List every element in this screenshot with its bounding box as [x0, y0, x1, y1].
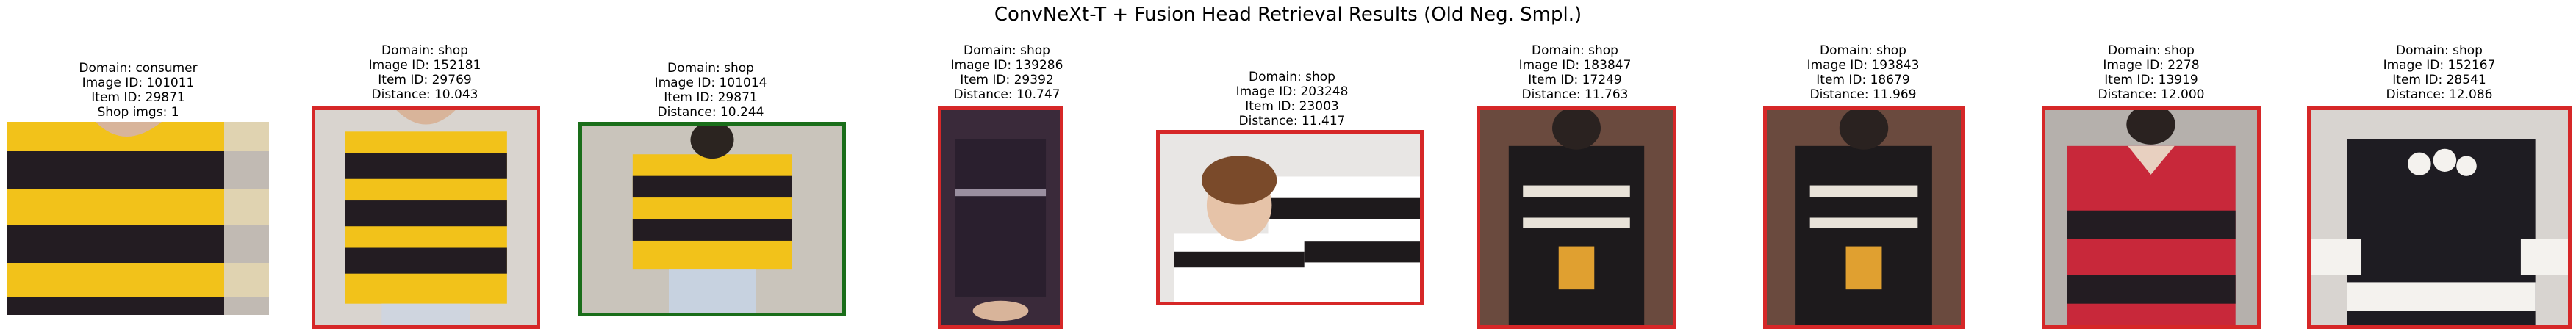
result-2-caption: Domain: shop Image ID: 101014 Item ID: 2…	[655, 61, 767, 120]
result-3-distance-label: Distance: 10.747	[953, 87, 1061, 102]
result-5-image	[1477, 106, 1676, 329]
result-3-photo	[941, 110, 1060, 325]
result-5-photo	[1480, 110, 1673, 325]
result-8-distance-label: Distance: 12.086	[2386, 87, 2493, 102]
result-5-item-id-label: Item ID: 17249	[1528, 73, 1622, 87]
result-2-image-id-label: Image ID: 101014	[654, 76, 767, 90]
result-6-image	[1763, 106, 1965, 329]
result-4-photo	[1160, 134, 1420, 302]
figure-title: ConvNeXt-T + Fusion Head Retrieval Resul…	[994, 4, 1582, 26]
result-4-caption: Domain: shop Image ID: 203248 Item ID: 2…	[1236, 70, 1349, 128]
result-7-item-id-label: Item ID: 13919	[2104, 73, 2198, 87]
result-8-item-id-label: Item ID: 28541	[2392, 73, 2486, 87]
result-2-image	[578, 122, 846, 316]
result-1-image-id-label: Image ID: 152181	[368, 58, 481, 73]
result-6-distance-label: Distance: 11.969	[1809, 87, 1917, 102]
query-caption: Domain: consumer Image ID: 101011 Item I…	[79, 61, 197, 120]
result-7-domain-label: Domain: shop	[2108, 43, 2195, 58]
result-5-caption: Domain: shop Image ID: 183847 Item ID: 1…	[1519, 43, 1632, 102]
result-7-photo	[2045, 110, 2257, 325]
query-item-id-label: Item ID: 29871	[91, 90, 185, 105]
result-8-domain-label: Domain: shop	[2396, 43, 2483, 58]
result-1-domain-label: Domain: shop	[381, 43, 468, 58]
result-6-item-id-label: Item ID: 18679	[1816, 73, 1910, 87]
result-6-domain-label: Domain: shop	[1820, 43, 1906, 58]
result-7-image-id-label: Image ID: 2278	[2103, 58, 2200, 73]
result-3-image-id-label: Image ID: 139286	[950, 58, 1063, 73]
result-3-domain-label: Domain: shop	[964, 43, 1050, 58]
result-7-distance-label: Distance: 12.000	[2098, 87, 2205, 102]
result-3-item-id-label: Item ID: 29392	[960, 73, 1054, 87]
result-1-image	[312, 106, 540, 329]
result-7-image	[2042, 106, 2261, 329]
result-7-caption: Domain: shop Image ID: 2278 Item ID: 139…	[2098, 43, 2205, 102]
result-2-distance-label: Distance: 10.244	[657, 105, 764, 120]
result-2-photo	[582, 126, 842, 313]
result-1-distance-label: Distance: 10.043	[371, 87, 478, 102]
result-4-image	[1156, 130, 1424, 305]
query-image-id-label: Image ID: 101011	[82, 76, 195, 90]
result-6-caption: Domain: shop Image ID: 193843 Item ID: 1…	[1807, 43, 1920, 102]
result-3-caption: Domain: shop Image ID: 139286 Item ID: 2…	[951, 43, 1063, 102]
result-1-caption: Domain: shop Image ID: 152181 Item ID: 2…	[369, 43, 481, 102]
result-8-image-id-label: Image ID: 152167	[2383, 58, 2496, 73]
result-5-image-id-label: Image ID: 183847	[1518, 58, 1632, 73]
query-image	[7, 122, 269, 315]
result-2-domain-label: Domain: shop	[667, 61, 754, 76]
result-4-domain-label: Domain: shop	[1249, 70, 1335, 84]
result-6-photo	[1767, 110, 1961, 325]
result-8-photo	[2311, 110, 2568, 325]
result-1-item-id-label: Item ID: 29769	[378, 73, 472, 87]
result-5-domain-label: Domain: shop	[1532, 43, 1618, 58]
result-5-distance-label: Distance: 11.763	[1521, 87, 1629, 102]
result-4-item-id-label: Item ID: 23003	[1245, 99, 1339, 114]
result-4-distance-label: Distance: 11.417	[1238, 114, 1346, 128]
result-6-image-id-label: Image ID: 193843	[1807, 58, 1920, 73]
query-domain-label: Domain: consumer	[79, 61, 198, 76]
query-shop-imgs-label: Shop imgs: 1	[97, 105, 179, 120]
query-photo	[7, 122, 269, 315]
result-2-item-id-label: Item ID: 29871	[664, 90, 758, 105]
result-4-image-id-label: Image ID: 203248	[1235, 84, 1349, 99]
result-8-caption: Domain: shop Image ID: 152167 Item ID: 2…	[2383, 43, 2496, 102]
result-3-image	[938, 106, 1063, 329]
result-8-image	[2307, 106, 2572, 329]
result-1-photo	[315, 110, 537, 325]
